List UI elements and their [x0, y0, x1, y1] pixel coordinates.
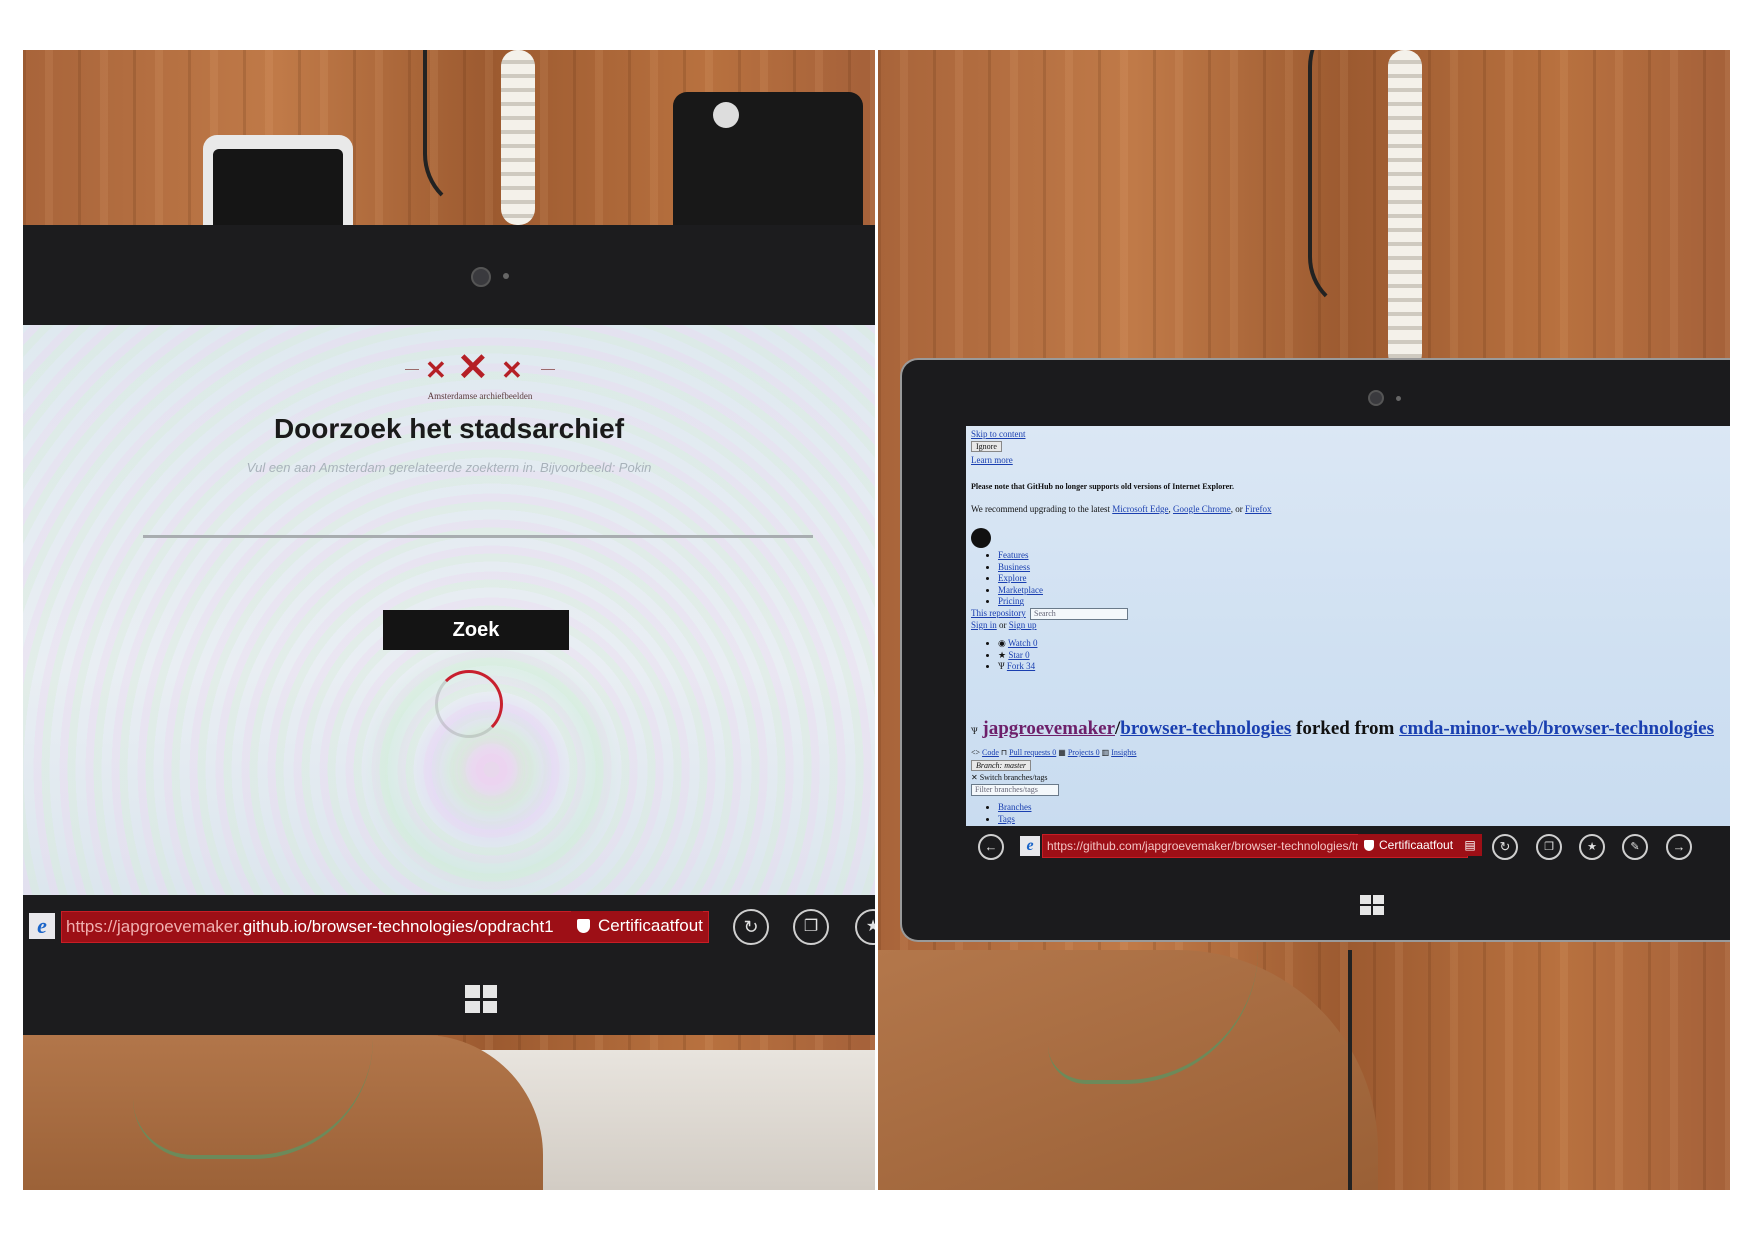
ignore-button[interactable]: Ignore: [971, 441, 1002, 452]
auth-links: Sign in or Sign up: [971, 620, 1037, 630]
filter-branches-input[interactable]: Filter branches/tags: [971, 784, 1059, 796]
front-camera: [1368, 390, 1384, 406]
repo-owner-link[interactable]: japgroevemaker: [982, 718, 1115, 739]
camera-light: [1396, 396, 1401, 401]
url-rest: github.io/browser-technologies/opdracht1: [242, 917, 554, 936]
search-row: This repository: [971, 608, 1026, 618]
projects-icon: ▦: [1058, 748, 1066, 757]
tabs-icon[interactable]: ❐: [1536, 834, 1562, 860]
tags-link[interactable]: Tags: [998, 814, 1015, 824]
star-button[interactable]: Star 0: [1008, 650, 1029, 660]
learn-more-link[interactable]: Learn more: [971, 455, 1013, 465]
nav-item-pricing[interactable]: Pricing: [998, 596, 1024, 606]
ie-address-bar: e https://japgroevemaker.github.io/brows…: [23, 905, 875, 947]
url-text: https://github.com/japgroevemaker/browse…: [1047, 839, 1373, 853]
code-icon: <>: [971, 748, 981, 757]
tab-pull-requests[interactable]: Pull requests 0: [1009, 748, 1056, 757]
forward-arrow-icon[interactable]: →: [1666, 834, 1692, 860]
nav-item-business[interactable]: Business: [998, 562, 1030, 572]
url-prefix: https://japgroevemaker.: [66, 917, 243, 936]
refresh-icon[interactable]: ↻: [1492, 834, 1518, 860]
refresh-icon[interactable]: ↻: [733, 909, 769, 945]
tab-projects[interactable]: Projects 0: [1068, 748, 1100, 757]
repo-tabs: <> Code ⊓ Pull requests 0 ▦ Projects 0 ▥…: [971, 748, 1137, 757]
ie-logo-icon: e: [29, 913, 55, 939]
fork-icon: Ѱ: [998, 661, 1005, 672]
tablet-right: Skip to content Ignore Learn more Please…: [900, 358, 1730, 942]
right-photo: Skip to content Ignore Learn more Please…: [878, 50, 1730, 1190]
nav-item-marketplace[interactable]: Marketplace: [998, 585, 1043, 595]
phone-black: [673, 92, 863, 242]
branch-list: Branches Tags: [988, 802, 1032, 825]
hand: [23, 1035, 543, 1190]
nav-item-explore[interactable]: Explore: [998, 573, 1027, 583]
x-mark-icon: ✕: [457, 347, 489, 389]
loading-spinner-icon: [435, 670, 503, 738]
certificate-error[interactable]: Certificaatfout: [571, 911, 703, 941]
forked-from-link[interactable]: cmda-minor-web/browser-technologies: [1399, 718, 1714, 739]
star-icon: ★: [998, 649, 1007, 660]
windows-logo-icon[interactable]: [465, 985, 497, 1013]
repo-header: Ѱ japgroevemaker/browser-technologies fo…: [971, 718, 1714, 739]
watch-button[interactable]: Watch 0: [1008, 638, 1038, 648]
insights-icon: ▥: [1101, 748, 1110, 757]
star-icon[interactable]: ★: [1579, 834, 1605, 860]
nav-list: Features Business Explore Marketplace Pr…: [988, 550, 1043, 608]
tabs-icon[interactable]: ❐: [793, 909, 829, 945]
certificate-error-label: Certificaatfout: [1379, 838, 1454, 852]
page-title: Doorzoek het stadsarchief: [273, 413, 625, 444]
github-mark-icon[interactable]: [971, 528, 991, 548]
search-input[interactable]: Search: [1030, 608, 1128, 620]
amsterdam-logo: ✕ ✕ ✕ Amsterdamse archiefbeelden: [405, 349, 555, 403]
this-repository-label[interactable]: This repository: [971, 608, 1026, 618]
edge-link[interactable]: Microsoft Edge: [1112, 504, 1168, 514]
search-placeholder[interactable]: Vul een aan Amsterdam gerelateerde zoekt…: [23, 460, 875, 475]
close-icon[interactable]: ✕: [971, 773, 978, 782]
nav-item-features[interactable]: Features: [998, 550, 1029, 560]
x-mark-icon: ✕: [501, 355, 523, 385]
screen-stadsarchief: ✕ ✕ ✕ Amsterdamse archiefbeelden Doorzoe…: [23, 325, 875, 895]
skip-to-content-link[interactable]: Skip to content: [971, 429, 1026, 439]
pull-request-icon: ⊓: [1000, 748, 1008, 757]
search-button[interactable]: Zoek: [383, 610, 569, 650]
screen-github: Skip to content Ignore Learn more Please…: [966, 426, 1730, 826]
branch-button[interactable]: Branch: master: [971, 760, 1031, 771]
fork-button[interactable]: Fork 34: [1007, 661, 1035, 671]
shield-icon: [577, 919, 590, 933]
repo-forked-icon: Ѱ: [971, 726, 978, 736]
sign-up-link[interactable]: Sign up: [1009, 620, 1037, 630]
ie-support-notice: Please note that GitHub no longer suppor…: [971, 482, 1234, 491]
browser-recommendation: We recommend upgrading to the latest Mic…: [971, 504, 1272, 514]
back-arrow-icon[interactable]: ←: [978, 834, 1004, 860]
firefox-link[interactable]: Firefox: [1245, 504, 1272, 514]
x-mark-icon: ✕: [425, 355, 447, 385]
repo-name-link[interactable]: browser-technologies: [1120, 718, 1291, 739]
tablet-left: ✕ ✕ ✕ Amsterdamse archiefbeelden Doorzoe…: [23, 225, 875, 1035]
front-camera: [471, 267, 491, 287]
search-input-underline[interactable]: [143, 535, 813, 538]
repo-actions: ◉ Watch 0 ★ Star 0 Ѱ Fork 34: [988, 638, 1037, 673]
certificate-error-label: Certificaatfout: [598, 916, 703, 935]
camera-light: [503, 273, 509, 279]
ie-logo-icon: e: [1020, 836, 1040, 856]
shield-icon: [1364, 840, 1374, 851]
chrome-link[interactable]: Google Chrome: [1173, 504, 1231, 514]
star-icon[interactable]: ★: [855, 909, 875, 945]
tab-code[interactable]: Code: [982, 748, 999, 757]
branches-link[interactable]: Branches: [998, 802, 1032, 812]
wrench-icon[interactable]: ✎: [1622, 834, 1648, 860]
reading-view-icon[interactable]: ▤: [1464, 838, 1475, 852]
left-photo: ✕ ✕ ✕ Amsterdamse archiefbeelden Doorzoe…: [23, 50, 875, 1190]
eye-icon: ◉: [998, 638, 1006, 648]
black-cable: [1308, 50, 1422, 314]
ie-address-bar: ← e https://github.com/japgroevemaker/br…: [966, 826, 1730, 872]
logo-caption: Amsterdamse archiefbeelden: [427, 391, 533, 401]
tab-insights[interactable]: Insights: [1111, 748, 1136, 757]
windows-logo-icon[interactable]: [1360, 895, 1384, 915]
certificate-error[interactable]: Certificaatfout ▤: [1358, 834, 1482, 856]
sign-in-link[interactable]: Sign in: [971, 620, 997, 630]
black-cable: [423, 50, 547, 214]
black-cable: [1348, 950, 1412, 1190]
switch-branches: ✕ Switch branches/tags: [971, 773, 1048, 782]
